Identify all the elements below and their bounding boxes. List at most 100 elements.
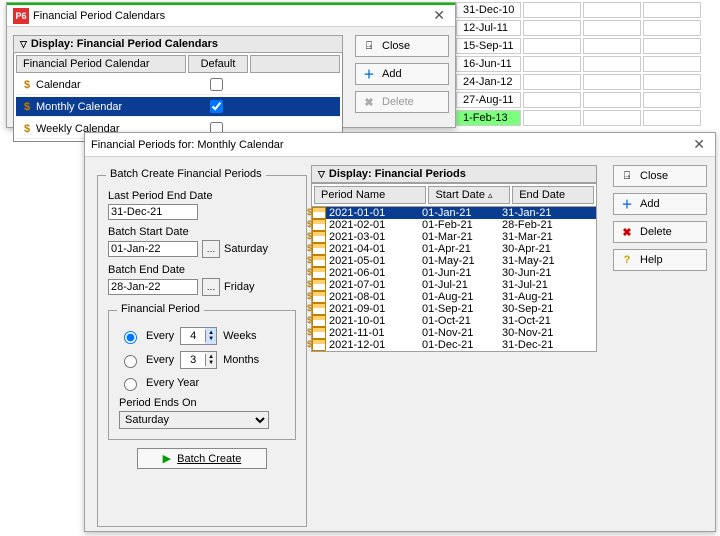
calendar-table[interactable]: Financial Period Calendar Default $Calen… (13, 53, 343, 142)
financial-period-calendars-window: P6 Financial Period Calendars ✕ ▽ Displa… (6, 2, 456, 128)
period-row[interactable]: 2021-11-0101-Nov-2130-Nov-21 (312, 327, 596, 339)
period-icon (312, 219, 326, 231)
batch-legend: Batch Create Financial Periods (106, 168, 266, 180)
period-icon (312, 255, 326, 267)
batch-create-group: Batch Create Financial Periods Last Peri… (97, 175, 307, 527)
bg-date-cell: 1-Feb-13 (456, 110, 521, 126)
sort-icon: ▵ (488, 190, 493, 200)
last-period-input[interactable] (108, 204, 198, 220)
every-year-radio[interactable] (124, 378, 137, 391)
add-button[interactable]: ＋Add (613, 193, 707, 215)
period-row[interactable]: 2021-03-0101-Mar-2131-Mar-21 (312, 231, 596, 243)
bg-date-cell: 15-Sep-11 (456, 38, 521, 54)
period-icon (312, 303, 326, 315)
close-door-icon: ⍈ (620, 169, 634, 183)
bg-date-cell: 27-Aug-11 (456, 92, 521, 108)
financial-period-group: Financial Period Every ▲▼ Weeks Every ▲▼… (108, 310, 296, 440)
col-default[interactable]: Default (188, 55, 248, 73)
window-title: Financial Period Calendars (33, 10, 165, 22)
financial-periods-window: Financial Periods for: Monthly Calendar … (84, 132, 716, 532)
weeks-input[interactable] (181, 328, 205, 344)
calendar-icon: $ (20, 79, 34, 91)
bg-date-cell: 24-Jan-12 (456, 74, 521, 90)
delete-button[interactable]: ✖Delete (613, 221, 707, 243)
period-ends-label: Period Ends On (119, 397, 285, 409)
last-period-label: Last Period End Date (108, 190, 296, 202)
col-start-date[interactable]: Start Date ▵ (428, 186, 510, 204)
period-icon (312, 279, 326, 291)
period-icon (312, 339, 326, 351)
fp-legend: Financial Period (117, 303, 204, 315)
period-row[interactable]: 2021-01-0101-Jan-2131-Jan-21 (312, 207, 596, 219)
close-icon[interactable]: ✕ (429, 7, 449, 24)
months-input[interactable] (181, 352, 205, 368)
batch-create-button[interactable]: ▶ Batch Create (137, 448, 267, 469)
period-row[interactable]: 2021-09-0101-Sep-2130-Sep-21 (312, 303, 596, 315)
batch-end-day: Friday (224, 281, 255, 293)
bg-date-cell: 31-Dec-10 (456, 2, 521, 18)
app-icon: P6 (13, 8, 29, 24)
display-bar[interactable]: ▽ Display: Financial Period Calendars (13, 35, 343, 53)
period-icon (312, 315, 326, 327)
period-icon (312, 327, 326, 339)
col-period-name[interactable]: Period Name (314, 186, 426, 204)
period-row[interactable]: 2021-12-0101-Dec-2131-Dec-21 (312, 339, 596, 351)
default-checkbox[interactable] (210, 78, 223, 91)
plus-icon: ＋ (620, 197, 634, 211)
display-label: Display: Financial Period Calendars (31, 38, 218, 50)
col-name[interactable]: Financial Period Calendar (16, 55, 186, 73)
x-icon: ✖ (620, 225, 634, 239)
window-title: Financial Periods for: Monthly Calendar (91, 139, 284, 151)
batch-start-label: Batch Start Date (108, 226, 296, 238)
period-row[interactable]: 2021-08-0101-Aug-2131-Aug-21 (312, 291, 596, 303)
x-icon: ✖ (362, 95, 376, 109)
delete-button[interactable]: ✖Delete (355, 91, 449, 113)
period-row[interactable]: 2021-02-0101-Feb-2128-Feb-21 (312, 219, 596, 231)
titlebar: Financial Periods for: Monthly Calendar … (85, 133, 715, 157)
close-button[interactable]: ⍈Close (355, 35, 449, 57)
period-row[interactable]: 2021-07-0101-Jul-2131-Jul-21 (312, 279, 596, 291)
close-icon[interactable]: ✕ (689, 136, 709, 153)
display-periods-bar[interactable]: ▽ Display: Financial Periods (311, 165, 597, 183)
plus-icon: ＋ (362, 67, 376, 81)
bg-date-cell: 12-Jul-11 (456, 20, 521, 36)
titlebar: P6 Financial Period Calendars ✕ (7, 3, 455, 27)
period-icon (312, 267, 326, 279)
spin-down-icon[interactable]: ▼ (205, 360, 216, 366)
date-browse-button[interactable]: … (202, 278, 220, 296)
period-row[interactable]: 2021-05-0101-May-2131-May-21 (312, 255, 596, 267)
default-checkbox[interactable] (210, 100, 223, 113)
period-icon (312, 243, 326, 255)
every-months-radio[interactable] (124, 355, 137, 368)
periods-table[interactable]: Period Name Start Date ▵ End Date (311, 183, 597, 207)
period-row[interactable]: 2021-10-0101-Oct-2131-Oct-21 (312, 315, 596, 327)
period-icon (312, 207, 326, 219)
every-weeks-radio[interactable] (124, 331, 137, 344)
col-end-date[interactable]: End Date (512, 186, 594, 204)
close-button[interactable]: ⍈Close (613, 165, 707, 187)
period-row[interactable]: 2021-04-0101-Apr-2130-Apr-21 (312, 243, 596, 255)
period-icon (312, 231, 326, 243)
calendar-row[interactable]: $Calendar (16, 75, 340, 95)
spin-down-icon[interactable]: ▼ (205, 336, 216, 342)
batch-start-day: Saturday (224, 243, 268, 255)
period-row[interactable]: 2021-06-0101-Jun-2130-Jun-21 (312, 267, 596, 279)
toolbar: ⍈Close ＋Add ✖Delete (355, 35, 449, 119)
period-ends-select[interactable]: Saturday (119, 411, 269, 429)
close-door-icon: ⍈ (362, 39, 376, 53)
chevron-down-icon: ▽ (20, 39, 27, 50)
date-browse-button[interactable]: … (202, 240, 220, 258)
batch-end-input[interactable] (108, 279, 198, 295)
period-icon (312, 291, 326, 303)
calendar-icon: $ (20, 101, 34, 113)
help-button[interactable]: ?Help (613, 249, 707, 271)
batch-end-label: Batch End Date (108, 264, 296, 276)
background-grid: 31-Dec-1012-Jul-1115-Sep-1116-Jun-1124-J… (454, 0, 703, 128)
calendar-row[interactable]: $Monthly Calendar (16, 97, 340, 117)
play-icon: ▶ (163, 452, 171, 465)
batch-start-input[interactable] (108, 241, 198, 257)
add-button[interactable]: ＋Add (355, 63, 449, 85)
calendar-icon: $ (20, 123, 34, 135)
toolbar: ⍈Close ＋Add ✖Delete ?Help (613, 165, 707, 277)
chevron-down-icon: ▽ (318, 169, 325, 180)
